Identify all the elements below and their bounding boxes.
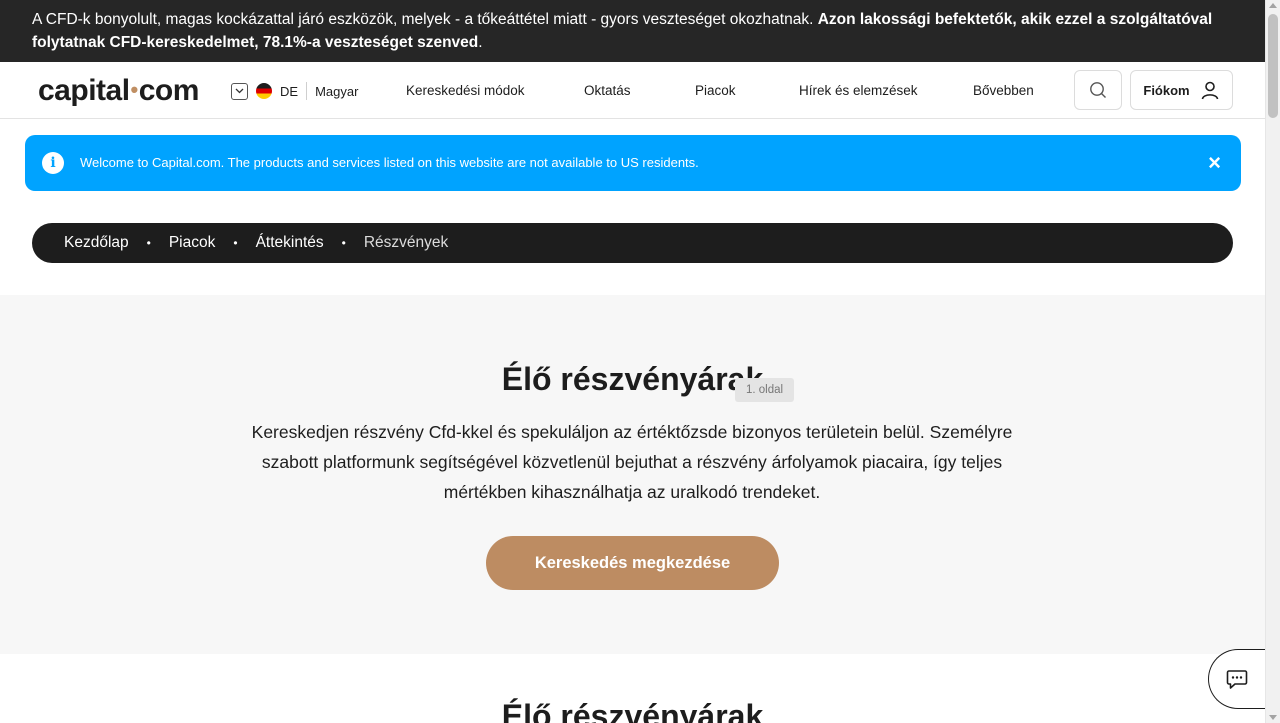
account-button[interactable]: Fiókom (1130, 70, 1233, 110)
section-title: Élő részvényárak (501, 698, 764, 723)
user-icon (1201, 81, 1218, 100)
breadcrumb-separator: • (341, 236, 346, 250)
risk-warning-end: . (478, 34, 483, 51)
nav-news-analysis[interactable]: Hírek és elemzések (799, 81, 918, 101)
page-number-badge: 1. oldal (735, 378, 794, 402)
nav-trading-modes[interactable]: Kereskedési módok (406, 81, 525, 101)
nav-markets[interactable]: Piacok (695, 81, 736, 101)
logo-dot: • (130, 77, 139, 102)
us-residents-notice: i Welcome to Capital.com. The products a… (25, 135, 1241, 191)
search-icon (1090, 82, 1106, 98)
language-selector[interactable]: DE Magyar (231, 81, 358, 101)
page-title: Élő részvényárak (0, 361, 1265, 398)
start-trading-button[interactable]: Kereskedés megkezdése (486, 536, 779, 590)
account-label: Fiókom (1143, 82, 1190, 98)
hero-description: Kereskedjen részvény Cfd-kkel és spekulá… (251, 422, 1013, 502)
breadcrumb-markets[interactable]: Piacok (169, 234, 216, 252)
logo-text-right: com (138, 74, 200, 107)
germany-flag-icon (256, 83, 272, 99)
breadcrumb-overview[interactable]: Áttekintés (256, 234, 324, 252)
site-header: capital•com DE Magyar Kereskedési módok … (0, 62, 1265, 119)
scroll-up-arrow-icon[interactable] (1269, 3, 1277, 8)
page-title-text: Élő részvényárak (501, 361, 764, 397)
country-code: DE (280, 83, 299, 99)
nav-education[interactable]: Oktatás (584, 81, 631, 101)
nav-more[interactable]: Bővebben (973, 81, 1034, 101)
language-label: Magyar (315, 83, 359, 99)
page-scrollbar[interactable] (1265, 0, 1280, 723)
notice-text: Welcome to Capital.com. The products and… (80, 155, 699, 170)
info-icon: i (42, 152, 64, 174)
chat-icon (1226, 670, 1248, 689)
chevron-down-icon[interactable] (231, 82, 248, 100)
scrollbar-thumb[interactable] (1268, 14, 1278, 118)
breadcrumb: Kezdőlap • Piacok • Áttekintés • Részvén… (32, 223, 1233, 263)
risk-warning-banner: A CFD-k bonyolult, magas kockázattal jár… (0, 0, 1265, 62)
close-icon[interactable]: × (1208, 150, 1221, 176)
search-button[interactable] (1074, 70, 1122, 110)
breadcrumb-home[interactable]: Kezdőlap (64, 234, 129, 252)
logo-text-left: capital (38, 74, 130, 107)
language-divider (306, 82, 308, 100)
hero-section: Élő részvényárak 1. oldal Kereskedjen ré… (0, 295, 1265, 654)
risk-warning-text: A CFD-k bonyolult, magas kockázattal jár… (32, 11, 818, 28)
breadcrumb-current: Részvények (363, 234, 449, 251)
breadcrumb-separator: • (233, 236, 238, 250)
scroll-down-arrow-icon[interactable] (1269, 715, 1277, 720)
breadcrumb-separator: • (146, 236, 151, 250)
capital-com-logo[interactable]: capital•com (38, 74, 199, 107)
